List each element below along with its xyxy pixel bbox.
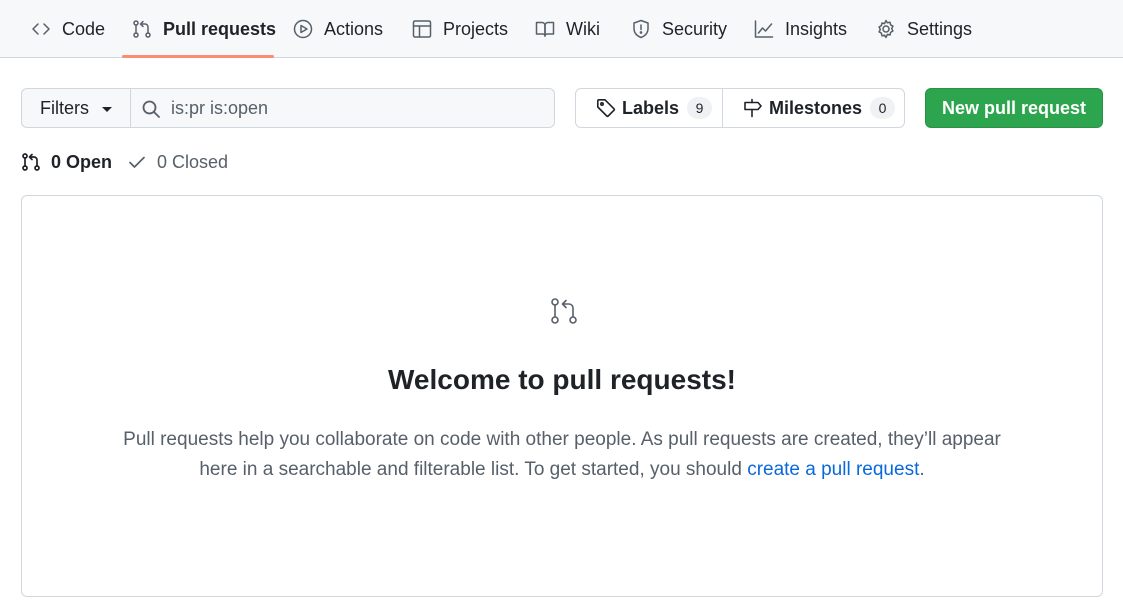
play-icon xyxy=(293,19,313,39)
code-icon xyxy=(32,23,50,35)
labels-button[interactable]: Labels 9 xyxy=(576,89,723,127)
git-pull-request-icon xyxy=(22,153,40,171)
filters-label: Filters xyxy=(40,97,89,118)
repo-nav: Code Pull requests Actions Projects Wiki… xyxy=(0,0,1123,58)
open-state-label: 0 Open xyxy=(51,151,113,172)
tab-security[interactable]: Security xyxy=(631,0,727,58)
blankslate-title: Welcome to pull requests! xyxy=(388,364,736,395)
tab-pull-requests-label: Pull requests xyxy=(163,18,277,39)
blankslate-trailing: . xyxy=(919,459,925,480)
blankslate-description: Pull requests help you collaborate on co… xyxy=(122,425,1002,485)
milestones-count: 0 xyxy=(870,97,896,119)
tab-actions[interactable]: Actions xyxy=(293,0,383,58)
shield-icon xyxy=(633,19,649,39)
labels-count: 9 xyxy=(687,97,713,119)
tab-projects-label: Projects xyxy=(443,18,509,39)
table-icon xyxy=(412,20,432,38)
tab-pull-requests[interactable]: Pull requests xyxy=(132,0,276,58)
tab-settings-label: Settings xyxy=(907,18,973,39)
tab-code-label: Code xyxy=(62,18,106,39)
tab-insights-label: Insights xyxy=(785,18,848,39)
tag-icon xyxy=(597,99,616,118)
search-icon xyxy=(142,100,160,118)
tab-wiki-label: Wiki xyxy=(566,18,600,39)
milestone-icon xyxy=(744,98,762,118)
labels-milestones-group: Labels 9 Milestones 0 xyxy=(575,88,905,128)
tab-actions-label: Actions xyxy=(324,18,384,39)
milestones-button[interactable]: Milestones 0 xyxy=(723,89,904,127)
new-pull-request-button[interactable]: New pull request xyxy=(925,88,1103,128)
tab-wiki[interactable]: Wiki xyxy=(535,0,600,58)
caret-down-icon xyxy=(102,106,112,112)
search-wrapper xyxy=(131,89,554,127)
graph-icon xyxy=(754,20,774,38)
milestones-label: Milestones xyxy=(769,97,863,118)
blankslate: Welcome to pull requests! Pull requests … xyxy=(21,195,1103,597)
tab-insights[interactable]: Insights xyxy=(754,0,847,58)
search-input[interactable] xyxy=(131,89,554,127)
check-icon xyxy=(129,156,145,168)
labels-label: Labels xyxy=(622,97,680,118)
closed-state-link[interactable]: 0 Closed xyxy=(127,150,228,174)
book-icon xyxy=(535,21,555,37)
closed-state-label: 0 Closed xyxy=(157,151,229,172)
tab-code[interactable]: Code xyxy=(31,0,105,58)
gear-icon xyxy=(878,19,894,39)
git-pull-request-icon xyxy=(551,298,577,324)
git-pull-request-icon xyxy=(133,20,151,38)
create-pull-request-link[interactable]: create a pull request xyxy=(747,459,919,480)
tab-projects[interactable]: Projects xyxy=(412,0,508,58)
filter-search-group: Filters xyxy=(21,88,555,128)
tab-security-label: Security xyxy=(662,18,728,39)
tab-settings[interactable]: Settings xyxy=(876,0,972,58)
active-tab-underline xyxy=(122,55,274,58)
open-state-link[interactable]: 0 Open xyxy=(21,150,112,174)
filters-button[interactable]: Filters xyxy=(22,89,131,127)
new-pull-request-label: New pull request xyxy=(941,97,1087,118)
